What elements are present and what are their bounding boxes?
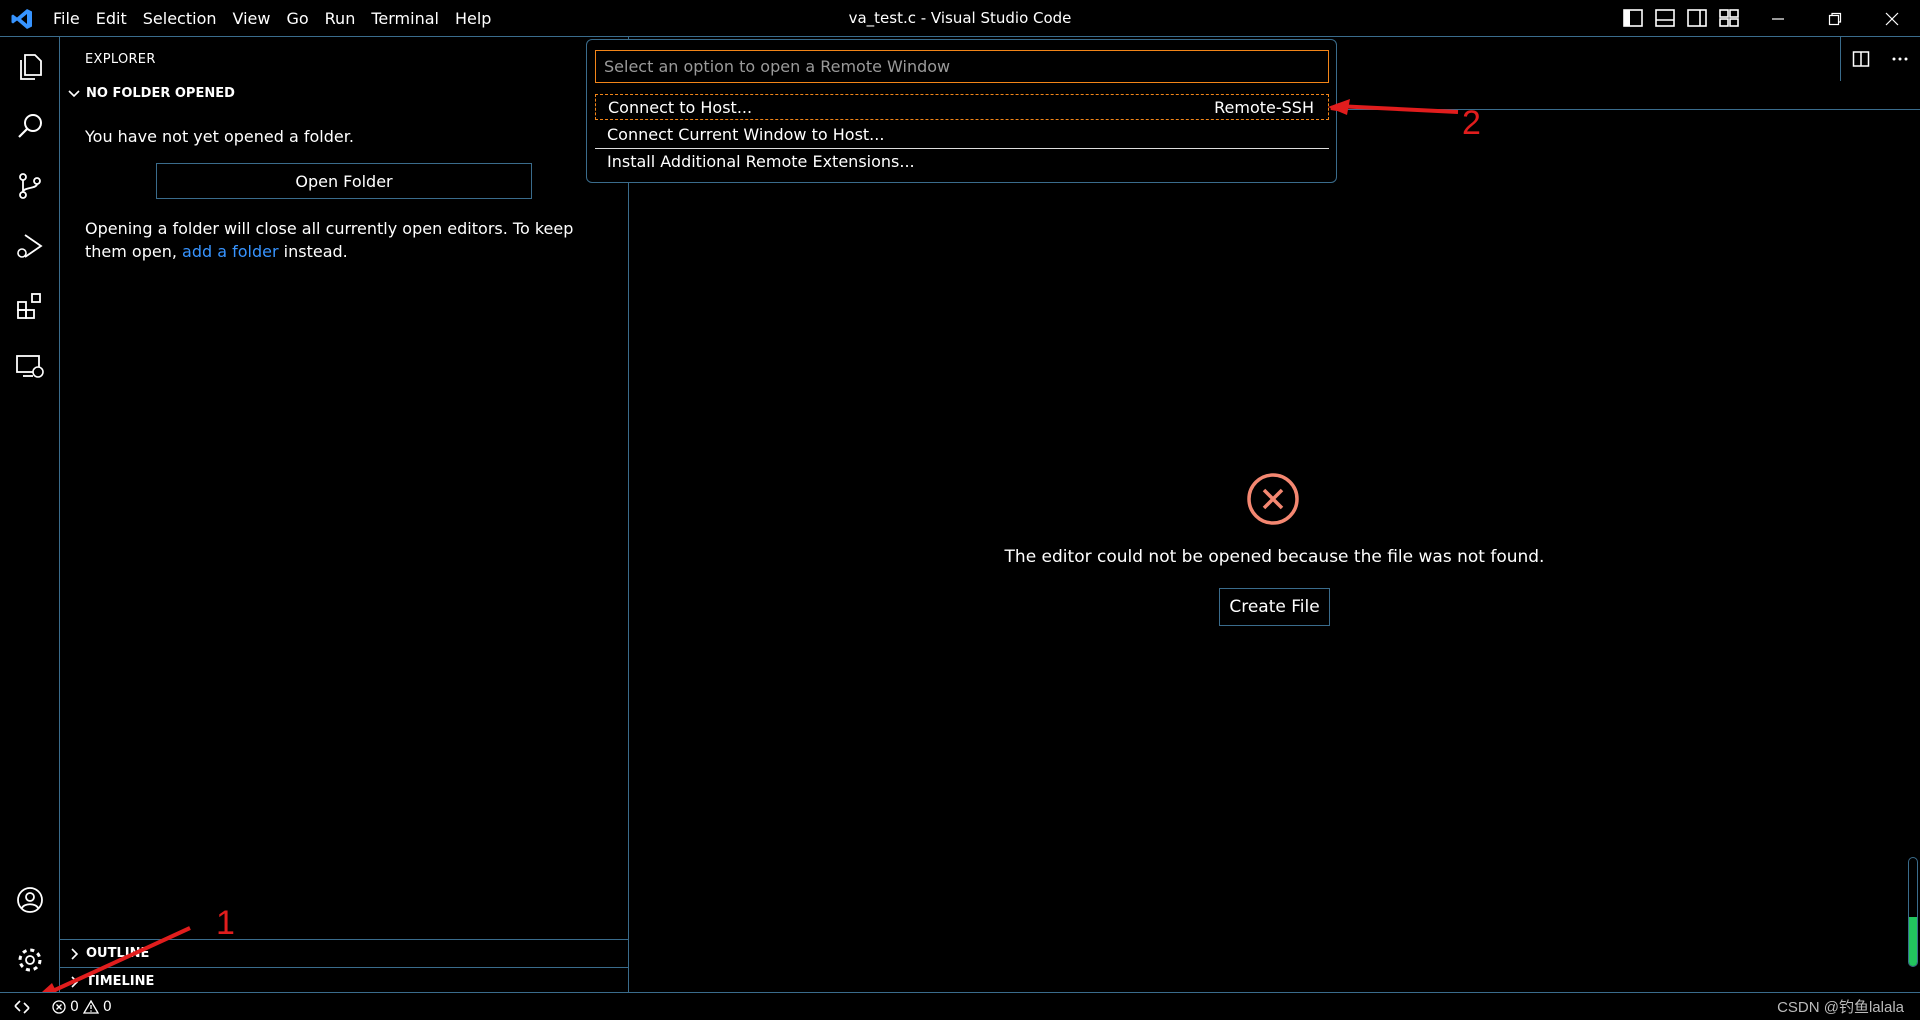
layout-controls [1622,8,1740,28]
toggle-secondary-sidebar-icon[interactable] [1686,8,1708,28]
timeline-label: TIMELINE [86,974,155,989]
toggle-primary-sidebar-icon[interactable] [1622,8,1644,28]
open-folder-button[interactable]: Open Folder [156,163,532,199]
no-folder-section-header[interactable]: NO FOLDER OPENED [66,85,235,101]
menu-help[interactable]: Help [455,9,491,28]
outline-section-header[interactable]: OUTLINE [60,939,628,967]
remote-indicator-icon[interactable] [12,997,32,1017]
editor-actions [1840,37,1920,81]
menu-run[interactable]: Run [325,9,356,28]
gear-icon [18,948,42,972]
annotation-number-1: 1 [216,904,235,942]
remote-explorer-icon [16,355,44,378]
run-debug-icon [17,234,43,258]
close-button[interactable] [1863,0,1920,37]
menu-go[interactable]: Go [286,9,308,28]
scroll-indicator[interactable] [1908,857,1918,967]
source-control-icon [19,173,41,199]
error-count: 0 [70,999,79,1015]
section-label: NO FOLDER OPENED [86,85,235,101]
explorer-activity[interactable] [12,49,48,85]
warning-icon [82,1000,99,1014]
restore-button[interactable] [1806,0,1863,37]
chevron-right-icon [71,947,79,960]
search-icon [18,114,42,138]
menu-terminal[interactable]: Terminal [371,9,439,28]
sidebar-title: EXPLORER [85,52,156,67]
remote-explorer-activity[interactable] [12,348,48,384]
restore-icon [1828,12,1841,25]
editor-error-message: The editor could not be opened because t… [1004,547,1545,567]
create-file-button[interactable]: Create File [1219,588,1330,626]
toggle-panel-icon[interactable] [1654,8,1676,28]
customize-layout-icon[interactable] [1718,8,1740,28]
source-control-activity[interactable] [12,168,48,204]
quick-pick-item-label: Install Additional Remote Extensions... [607,151,915,171]
chevron-down-icon [68,90,80,98]
files-icon [20,54,42,80]
scroll-indicator-fill [1909,917,1917,966]
quick-pick-item-detail: Remote-SSH [1214,97,1314,117]
add-folder-link[interactable]: add a folder [182,242,279,261]
sidebar: EXPLORER NO FOLDER OPENED You have not y… [60,37,629,992]
window-controls [1749,0,1920,37]
extensions-icon [17,293,41,319]
menu-view[interactable]: View [233,9,271,28]
remote-quick-pick: Connect to Host... Remote-SSH Connect Cu… [586,39,1337,183]
quick-pick-item-connect-current-window[interactable]: Connect Current Window to Host... [595,121,1329,147]
run-debug-activity[interactable] [12,228,48,264]
problems-indicator[interactable]: 0 0 [52,993,112,1020]
vscode-logo-icon [11,9,32,29]
quick-pick-input[interactable] [595,50,1329,83]
accounts-activity[interactable] [12,882,48,918]
folder-note: Opening a folder will close all currentl… [85,217,605,263]
activity-bar [0,37,60,992]
manage-activity[interactable] [12,942,48,978]
extensions-activity[interactable] [12,288,48,324]
error-icon [52,1000,66,1014]
menu-file[interactable]: File [53,9,80,28]
error-circle-icon [1247,473,1299,525]
minimize-button[interactable] [1749,0,1806,37]
quick-pick-item-install-extensions[interactable]: Install Additional Remote Extensions... [595,148,1329,174]
title-bar: File Edit Selection View Go Run Terminal… [0,0,1920,37]
warning-count: 0 [102,999,112,1015]
quick-pick-item-label: Connect to Host... [608,97,753,117]
chevron-right-icon [71,975,79,988]
account-icon [17,887,43,913]
no-folder-message: You have not yet opened a folder. [85,127,354,146]
menu-edit[interactable]: Edit [96,9,127,28]
close-icon [1885,12,1898,25]
quick-pick-item-connect-to-host[interactable]: Connect to Host... Remote-SSH [595,94,1329,120]
search-activity[interactable] [12,108,48,144]
annotation-number-2: 2 [1462,104,1481,142]
split-editor-icon[interactable] [1852,50,1870,68]
quick-pick-item-label: Connect Current Window to Host... [607,124,885,144]
minimize-icon [1771,17,1784,20]
folder-note-suffix: instead. [278,242,348,261]
menu-selection[interactable]: Selection [143,9,217,28]
menu-bar: File Edit Selection View Go Run Terminal… [53,0,507,37]
timeline-section-header[interactable]: TIMELINE [60,967,628,995]
csdn-watermark: CSDN @钓鱼lalala [1777,999,1904,1016]
status-bar: 0 0 CSDN @钓鱼lalala [0,992,1920,1020]
more-actions-icon[interactable] [1891,50,1909,68]
outline-label: OUTLINE [86,946,150,961]
